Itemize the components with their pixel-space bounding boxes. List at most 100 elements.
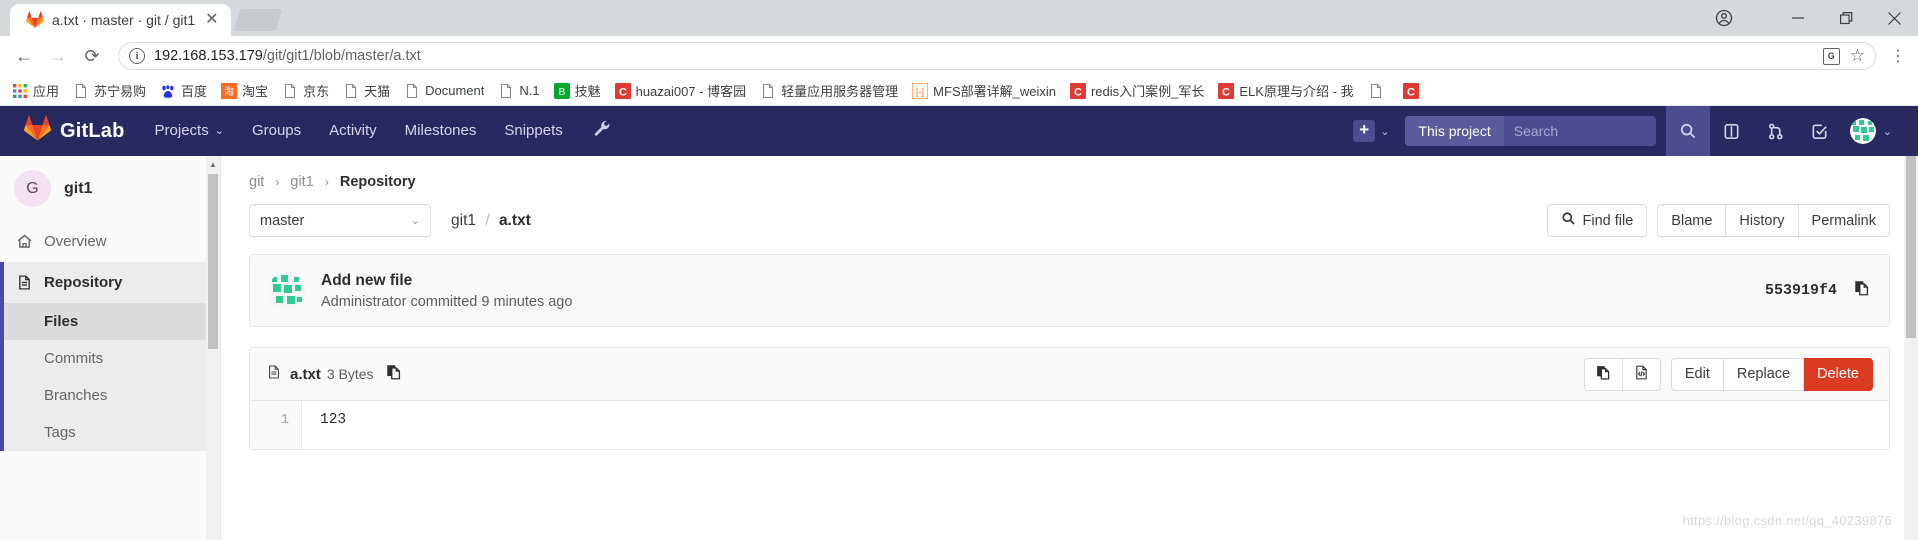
svg-text:C: C xyxy=(619,86,627,98)
address-bar[interactable]: i 192.168.153.179/git/git1/blob/master/a… xyxy=(118,42,1876,70)
commit-title[interactable]: Add new file xyxy=(321,272,572,290)
browser-tab[interactable]: a.txt · master · git / git1 ✕ xyxy=(10,4,231,36)
nav-activity[interactable]: Activity xyxy=(315,106,391,156)
nav-snippets[interactable]: Snippets xyxy=(490,106,576,156)
maximize-icon[interactable] xyxy=(1822,0,1870,36)
bookmark-item[interactable]: C ELK原理与介绍 - 我 xyxy=(1212,78,1359,103)
bookmark-item[interactable]: 应用 xyxy=(6,78,65,103)
page-icon xyxy=(1368,83,1384,99)
back-icon[interactable]: ← xyxy=(8,40,40,72)
code-text[interactable]: 123 xyxy=(302,401,346,449)
new-item-button[interactable]: + ⌄ xyxy=(1343,120,1399,142)
bookmark-label: redis入门案例_军长 xyxy=(1090,84,1205,99)
issues-icon[interactable] xyxy=(1710,106,1754,156)
nav-projects-label: Projects xyxy=(154,122,209,139)
replace-button[interactable]: Replace xyxy=(1723,357,1805,391)
edit-button[interactable]: Edit xyxy=(1670,357,1724,391)
bookmark-item[interactable]: N.1 xyxy=(492,80,545,102)
branch-selector[interactable]: master ⌄ xyxy=(249,204,431,237)
close-window-icon[interactable] xyxy=(1870,0,1918,36)
bookmark-item[interactable]: [-] MFS部署详解_weixin xyxy=(906,78,1062,103)
file-toolbar-actions: Find file Blame History Permalink xyxy=(1546,204,1890,237)
file-toolbar: master ⌄ git1 / a.txt Find file Blame Hi… xyxy=(249,204,1890,237)
csdn-icon: C xyxy=(1402,82,1419,99)
path-repo[interactable]: git1 xyxy=(451,212,476,229)
history-button[interactable]: History xyxy=(1726,204,1799,237)
close-icon[interactable]: ✕ xyxy=(203,12,220,28)
copy-contents-button[interactable] xyxy=(1583,357,1623,391)
scrollbar-thumb[interactable] xyxy=(1906,156,1916,338)
blob-filename: a.txt xyxy=(290,365,321,383)
find-file-button[interactable]: Find file xyxy=(1546,204,1648,237)
bookmark-star-icon[interactable]: ☆ xyxy=(1850,46,1865,66)
bookmarks-bar: 应用 苏宁易购 百度 淘 淘宝 京东 天猫 Document N.1 B 技魅 … xyxy=(0,76,1918,106)
breadcrumb-git[interactable]: git xyxy=(249,174,264,190)
sidebar-subitem-tags[interactable]: Tags xyxy=(0,414,220,451)
translate-icon[interactable]: G xyxy=(1822,47,1840,65)
blame-button[interactable]: Blame xyxy=(1657,204,1727,237)
code-file-icon xyxy=(1633,364,1650,385)
merge-requests-icon[interactable] xyxy=(1754,106,1798,156)
nav-milestones[interactable]: Milestones xyxy=(391,106,491,156)
url-path: /git/git1/blob/master/a.txt xyxy=(262,48,421,64)
chevron-down-icon: ⌄ xyxy=(1380,125,1390,138)
bookmark-item[interactable]: 京东 xyxy=(276,78,335,103)
search-input[interactable] xyxy=(1503,116,1656,146)
reload-icon[interactable]: ⟳ xyxy=(76,40,108,72)
forward-icon[interactable]: → xyxy=(42,40,74,72)
site-info-icon[interactable]: i xyxy=(129,48,145,64)
sidebar-subitem-files[interactable]: Files xyxy=(0,303,220,340)
breadcrumb-git1[interactable]: git1 xyxy=(290,174,313,190)
bookmark-item[interactable]: 轻量应用服务器管理 xyxy=(754,78,904,103)
nav-projects[interactable]: Projects ⌄ xyxy=(141,106,238,156)
apps-grid-icon xyxy=(12,83,28,99)
search-scope-label[interactable]: This project xyxy=(1405,116,1504,146)
bookmark-item[interactable]: 天猫 xyxy=(337,78,396,103)
scroll-up-icon[interactable]: ▲ xyxy=(206,156,220,172)
commit-sha[interactable]: 553919f4 xyxy=(1765,282,1837,299)
bookmark-item[interactable]: 苏宁易购 xyxy=(67,78,152,103)
commit-text: Add new file Administrator committed 9 m… xyxy=(321,272,572,310)
bookmark-item[interactable]: B 技魅 xyxy=(548,78,607,103)
bookmark-item[interactable]: C xyxy=(1397,80,1425,102)
scrollbar-thumb[interactable] xyxy=(208,174,218,349)
open-raw-button[interactable] xyxy=(1622,357,1661,391)
main-scrollbar[interactable] xyxy=(1904,156,1918,540)
search-icon[interactable] xyxy=(1665,106,1710,156)
blob-content: 1 123 xyxy=(250,401,1889,449)
home-icon xyxy=(16,233,33,250)
find-file-label: Find file xyxy=(1582,212,1634,229)
todos-icon[interactable] xyxy=(1798,106,1842,156)
sidebar-subitem-commits[interactable]: Commits xyxy=(0,340,220,377)
search-box[interactable]: This project xyxy=(1405,116,1656,146)
permalink-button[interactable]: Permalink xyxy=(1798,204,1890,237)
chevron-down-icon: ⌄ xyxy=(1882,125,1892,138)
sidebar-project-header[interactable]: G git1 xyxy=(0,156,220,221)
tab-title: a.txt · master · git / git1 xyxy=(52,12,196,28)
blob-icon-buttons xyxy=(1583,357,1661,391)
bookmark-item[interactable]: Document xyxy=(398,80,490,102)
bookmark-item[interactable]: 淘 淘宝 xyxy=(215,78,274,103)
profile-icon[interactable] xyxy=(1706,0,1742,36)
user-menu[interactable]: ⌄ xyxy=(1842,118,1904,144)
sidebar-subitem-branches[interactable]: Branches xyxy=(0,377,220,414)
copy-icon[interactable] xyxy=(1853,279,1871,302)
path-separator: / xyxy=(485,211,490,229)
sidebar-item-overview[interactable]: Overview xyxy=(0,221,220,262)
wrench-icon[interactable] xyxy=(577,119,628,143)
copy-icon[interactable] xyxy=(385,363,403,386)
nav-groups[interactable]: Groups xyxy=(238,106,315,156)
delete-button[interactable]: Delete xyxy=(1804,357,1873,391)
new-tab-button[interactable] xyxy=(233,9,282,31)
line-number[interactable]: 1 xyxy=(250,412,289,428)
bookmark-item[interactable]: 百度 xyxy=(154,78,213,103)
chrome-menu-icon[interactable]: ⋮ xyxy=(1886,46,1910,66)
bookmark-item[interactable]: C redis入门案例_军长 xyxy=(1064,78,1210,103)
bookmark-item[interactable] xyxy=(1362,80,1395,102)
watermark-text: https://blog.csdn.net/qq_40239876 xyxy=(1682,513,1892,528)
gitlab-home-link[interactable]: GitLab xyxy=(14,115,141,147)
bookmark-item[interactable]: C huazai007 - 博客园 xyxy=(609,78,753,103)
minimize-icon[interactable] xyxy=(1774,0,1822,36)
sidebar-item-repository[interactable]: Repository xyxy=(0,262,220,303)
sidebar-scrollbar[interactable]: ▲ xyxy=(206,156,220,540)
